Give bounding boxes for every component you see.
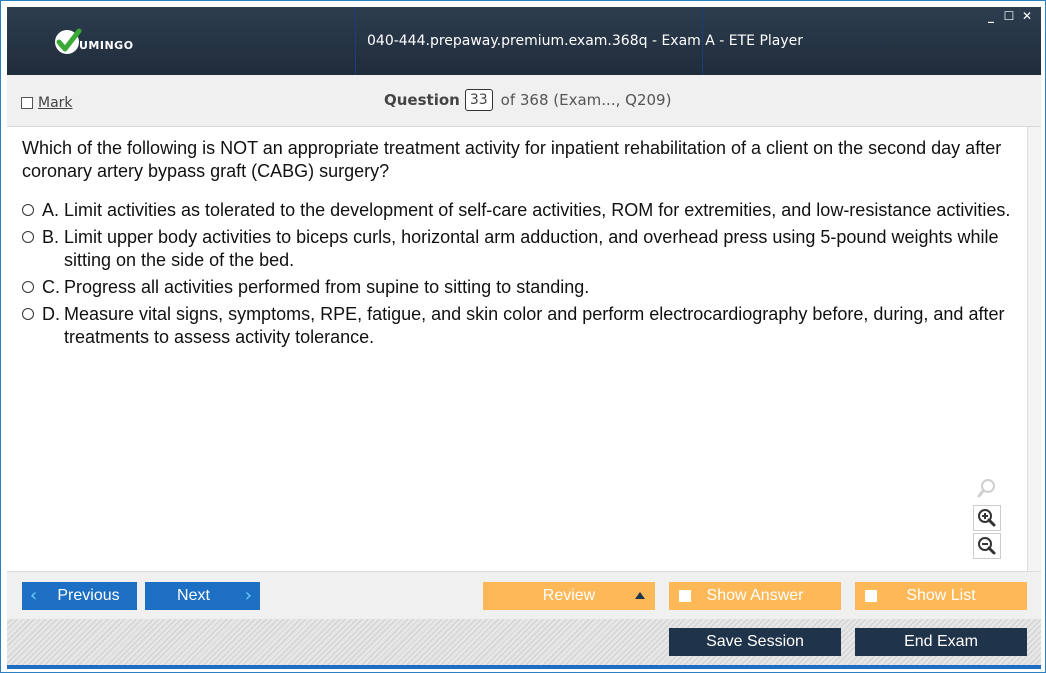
option-letter: B. [42, 227, 60, 247]
previous-button[interactable]: ‹ Previous [22, 582, 137, 610]
option-radio[interactable] [22, 204, 34, 216]
show-answer-button[interactable]: Show Answer [669, 582, 841, 610]
next-label: Next [177, 587, 210, 604]
show-list-checkbox[interactable] [865, 590, 877, 602]
review-label: Review [542, 587, 596, 604]
option-text: Limit upper body activities to biceps cu… [64, 227, 999, 270]
maximize-button[interactable]: ☐ [1003, 9, 1015, 23]
minimize-button[interactable]: _ [985, 9, 997, 23]
next-button[interactable]: Next › [145, 582, 260, 610]
option-text: Progress all activities performed from s… [64, 277, 590, 297]
question-label: Question [384, 91, 460, 109]
save-session-label: Save Session [706, 633, 804, 650]
option-radio[interactable] [22, 308, 34, 320]
title-divider [355, 7, 356, 75]
window-title: 040-444.prepaway.premium.exam.368q - Exa… [367, 33, 804, 49]
app-logo: UMINGO [53, 27, 134, 57]
show-list-label: Show List [906, 587, 976, 604]
question-total: of 368 (Exam..., Q209) [500, 91, 672, 109]
title-bar: UMINGO 040-444.prepaway.premium.exam.368… [7, 7, 1041, 75]
chevron-left-icon: ‹ [30, 585, 38, 606]
question-number-input[interactable]: 33 [464, 89, 493, 111]
navigation-bar: ‹ Previous Next › Review Show Answer Sho… [7, 571, 1041, 619]
option-letter: A. [42, 200, 60, 220]
option-c[interactable]: C. Progress all activities performed fro… [22, 276, 1012, 299]
show-answer-label: Show Answer [706, 587, 804, 604]
mark-checkbox[interactable]: Mark [21, 95, 73, 111]
option-letter: D. [42, 304, 60, 324]
end-exam-button[interactable]: End Exam [855, 628, 1027, 656]
answer-options: A. Limit activities as tolerated to the … [22, 199, 1012, 353]
question-counter: Question 33 of 368 (Exam..., Q209) [384, 89, 671, 111]
option-b[interactable]: B. Limit upper body activities to biceps… [22, 226, 1012, 272]
option-a[interactable]: A. Limit activities as tolerated to the … [22, 199, 1012, 222]
save-session-button[interactable]: Save Session [669, 628, 841, 656]
triangle-up-icon [635, 592, 645, 599]
mark-label: Mark [38, 95, 73, 111]
zoom-out-icon [978, 537, 996, 555]
mark-checkbox-box[interactable] [21, 97, 33, 109]
option-text: Measure vital signs, symptoms, RPE, fati… [64, 304, 1005, 347]
zoom-reset-icon [977, 479, 995, 498]
end-exam-label: End Exam [904, 633, 978, 650]
question-content: Which of the following is NOT an appropr… [7, 127, 1027, 571]
bottom-accent-line [7, 665, 1041, 669]
session-bar: Save Session End Exam [7, 619, 1041, 665]
option-radio[interactable] [22, 281, 34, 293]
zoom-out-button[interactable] [973, 533, 1001, 559]
close-button[interactable]: ✕ [1021, 9, 1033, 23]
zoom-in-icon [978, 509, 996, 527]
content-scrollbar[interactable] [1027, 127, 1041, 571]
chevron-right-icon: › [244, 585, 252, 606]
review-button[interactable]: Review [483, 582, 655, 610]
app-window: UMINGO 040-444.prepaway.premium.exam.368… [0, 0, 1046, 673]
zoom-reset-button[interactable] [973, 475, 1001, 501]
question-text: Which of the following is NOT an appropr… [22, 138, 1002, 181]
show-answer-checkbox[interactable] [679, 590, 691, 602]
option-radio[interactable] [22, 231, 34, 243]
option-text: Limit activities as tolerated to the dev… [64, 200, 1011, 220]
option-letter: C. [42, 277, 60, 297]
question-header: Mark Question 33 of 368 (Exam..., Q209) [7, 75, 1041, 127]
window-controls: _ ☐ ✕ [985, 9, 1033, 23]
previous-label: Previous [57, 587, 120, 604]
logo-text: UMINGO [79, 38, 134, 52]
show-list-button[interactable]: Show List [855, 582, 1027, 610]
zoom-in-button[interactable] [973, 505, 1001, 531]
option-d[interactable]: D. Measure vital signs, symptoms, RPE, f… [22, 303, 1012, 349]
